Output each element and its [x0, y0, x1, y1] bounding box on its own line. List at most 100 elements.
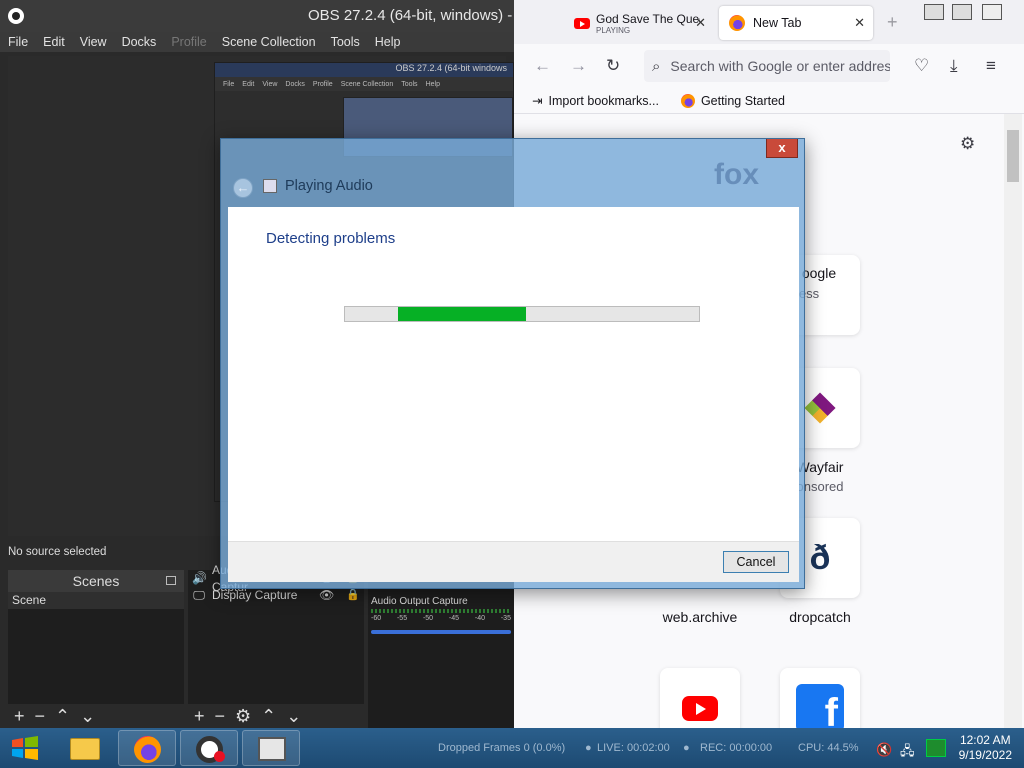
tab-title: God Save The Quee: [596, 11, 700, 26]
menu-view[interactable]: View: [80, 35, 107, 49]
speaker-icon: 🔊: [192, 571, 207, 585]
tick-label: -40: [474, 615, 485, 622]
sources-toolbar: + − ⚙ ⌃ ⌄: [188, 704, 364, 728]
youtube-icon: [574, 17, 590, 29]
close-dialog-button[interactable]: x: [766, 139, 798, 158]
progress-bar-fill: [398, 307, 526, 321]
preview-menu-item: Docks: [285, 80, 305, 88]
pocket-icon[interactable]: ♡: [914, 56, 929, 76]
preview-menu-item: View: [262, 80, 278, 88]
dialog-footer: Cancel: [228, 541, 799, 582]
remove-icon[interactable]: −: [215, 706, 226, 727]
scenes-list: Scene: [8, 592, 184, 704]
youtube-icon: [682, 695, 718, 721]
monitor-icon: 🖵: [193, 588, 205, 602]
obs-window-title: OBS 27.2.4 (64-bit, windows) -: [308, 7, 513, 24]
preview-menu-item: Profile: [312, 80, 333, 88]
menu-icon[interactable]: ≡: [986, 56, 996, 76]
volume-meter: [371, 609, 511, 613]
download-icon[interactable]: ⤓: [950, 56, 958, 76]
taskbar-file-explorer[interactable]: [56, 730, 114, 766]
scene-item[interactable]: Scene: [8, 592, 184, 609]
eye-icon[interactable]: 👁: [319, 587, 334, 604]
obs-logo-icon: [8, 8, 24, 24]
scenes-dock: Scenes Scene + − ⌃ ⌄: [8, 570, 184, 728]
back-arrow-icon[interactable]: ←: [233, 178, 253, 198]
remove-icon[interactable]: −: [35, 706, 46, 727]
taskbar-obs[interactable]: [180, 730, 238, 766]
gear-icon[interactable]: ⚙: [960, 134, 975, 154]
system-clock[interactable]: 12:02 AM 9/19/2022: [959, 733, 1012, 763]
close-tab-icon[interactable]: ✕: [695, 15, 706, 31]
cancel-button[interactable]: Cancel: [723, 551, 789, 573]
windows-start-icon[interactable]: [10, 734, 40, 762]
audio-mixer-dock: Audio Output Capture -60 -55 -50 -45 -40…: [368, 570, 514, 728]
preview-menu-item: File: [223, 80, 235, 88]
bookmark-getting-started[interactable]: Getting Started: [680, 93, 785, 108]
volume-muted-icon[interactable]: 🔇: [876, 742, 892, 758]
facebook-icon: f: [796, 684, 844, 732]
flag-icon[interactable]: [926, 739, 946, 757]
taskbar-firefox[interactable]: [118, 730, 176, 766]
reload-icon[interactable]: ↻: [606, 56, 620, 76]
preview-menubar: File Edit View Docks Profile Scene Colle…: [215, 77, 513, 91]
source-item[interactable]: 🖵 Display Capture 👁 🔒: [188, 587, 364, 604]
scenes-toolbar: + − ⌃ ⌄: [8, 704, 184, 728]
menu-tools[interactable]: Tools: [331, 35, 360, 49]
move-down-icon[interactable]: ⌄: [80, 706, 95, 727]
recording-dot-icon: [214, 751, 225, 762]
gear-icon[interactable]: ⚙: [235, 706, 251, 727]
undock-icon[interactable]: [166, 576, 176, 585]
menu-profile: Profile: [171, 35, 207, 49]
preview-window-title: OBS 27.2.4 (64-bit windows: [215, 63, 513, 77]
minimize-icon[interactable]: [924, 4, 944, 20]
lock-icon[interactable]: 🔒: [346, 587, 360, 604]
tab-title: New Tab: [753, 16, 802, 30]
troubleshooter-dialog: x ← Playing Audio Detecting problems Can…: [220, 138, 805, 589]
bookmark-label: Import bookmarks...: [548, 93, 659, 108]
preview-menu-item: Scene Collection: [340, 80, 394, 88]
back-icon[interactable]: ←: [534, 56, 551, 76]
scenes-title: Scenes: [72, 573, 120, 589]
file-explorer-icon: [70, 738, 100, 760]
forward-icon[interactable]: →: [570, 56, 587, 76]
firefox-icon: [680, 93, 695, 108]
close-window-icon[interactable]: [982, 4, 1002, 20]
menu-docks[interactable]: Docks: [122, 35, 157, 49]
clock-time: 12:02 AM: [959, 733, 1011, 747]
new-tab-icon[interactable]: +: [887, 12, 898, 33]
move-up-icon[interactable]: ⌃: [55, 706, 70, 727]
scrollbar-thumb[interactable]: [1007, 130, 1019, 182]
close-tab-icon[interactable]: ✕: [854, 15, 865, 31]
tick-label: -50: [422, 615, 434, 622]
menu-edit[interactable]: Edit: [43, 35, 65, 49]
page-scrollbar[interactable]: [1004, 114, 1022, 728]
taskbar-troubleshooter[interactable]: [242, 730, 300, 766]
url-bar[interactable]: ⌕ Search with Google or enter address: [644, 50, 890, 82]
menu-file[interactable]: File: [8, 35, 28, 49]
dialog-title: Playing Audio: [285, 178, 373, 194]
menu-help[interactable]: Help: [375, 35, 401, 49]
network-icon[interactable]: 🖧: [900, 742, 915, 764]
move-down-icon[interactable]: ⌄: [286, 706, 301, 727]
bookmark-import[interactable]: ⇥ Import bookmarks...: [532, 93, 659, 109]
live-indicator-icon: ●: [585, 742, 592, 754]
tab-youtube[interactable]: God Save The Quee PLAYING ✕: [564, 6, 714, 40]
firefox-icon: [729, 15, 745, 31]
volume-slider[interactable]: [371, 630, 511, 634]
menu-scene-collection[interactable]: Scene Collection: [222, 35, 316, 49]
move-up-icon[interactable]: ⌃: [261, 706, 276, 727]
add-icon[interactable]: +: [14, 706, 25, 727]
nav-toolbar: ← → ↻ ⌕ Search with Google or enter addr…: [514, 44, 1024, 88]
dialog-heading: Detecting problems: [266, 230, 396, 247]
sources-dock: 🔊 Audio Output Captur 👁 🔒 🖵 Display Capt…: [188, 563, 364, 728]
tile-label: web.archive: [662, 609, 738, 625]
preview-menu-item: Help: [425, 80, 440, 88]
progress-bar: [344, 306, 700, 322]
wayfair-icon: [804, 392, 836, 424]
tab-new-tab[interactable]: New Tab ✕: [719, 6, 873, 40]
add-icon[interactable]: +: [194, 706, 205, 727]
maximize-icon[interactable]: [952, 4, 972, 20]
tick-label: -35: [500, 615, 511, 622]
tab-strip: God Save The Quee PLAYING ✕ New Tab ✕ +: [514, 0, 1024, 44]
